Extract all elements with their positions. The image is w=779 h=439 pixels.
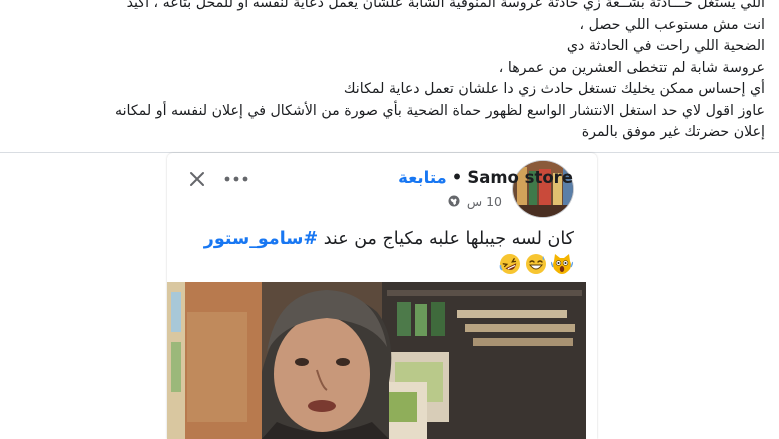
separator-dot: • xyxy=(451,168,463,187)
grin-sweat-emoji xyxy=(526,254,546,274)
post-text-line: عاوز اقول لاي حد استغل الانتشار الواسع ل… xyxy=(114,102,765,119)
follow-button[interactable]: متابعة xyxy=(398,168,447,187)
post-meta: 10 س xyxy=(448,194,502,210)
page-name-link[interactable]: Samo store xyxy=(467,168,573,187)
post-text-line: اللي يستغل حـــادثة بشــعة زي حادثة عروس… xyxy=(126,0,765,11)
post-caption: كان لسه جيبلها علبه مكياج من عند #سامو_س… xyxy=(204,229,574,249)
more-options-icon[interactable] xyxy=(222,168,250,190)
post-photo[interactable] xyxy=(167,282,586,439)
post-body-text: اللي يستغل حـــادثة بشــعة زي حادثة عروس… xyxy=(0,0,765,144)
hashtag-link[interactable]: #سامو_ستور xyxy=(204,229,318,249)
emoji-row xyxy=(499,253,573,275)
globe-icon xyxy=(448,195,460,210)
caption-text: كان لسه جيبلها علبه مكياج من عند xyxy=(323,229,574,249)
post-text-line: الضحية اللي راحت في الحادثة دي xyxy=(566,38,765,54)
post-text-line: أي إحساس ممكن يخليك تستغل حادث زي دا علش… xyxy=(343,81,765,97)
post-text-line: عروسة شابة لم تتخطى العشرين من عمرها ، xyxy=(498,59,765,76)
post-text-line: إعلان حضرتك غير موفق بالمرة xyxy=(581,124,765,140)
page-header: Samo store•متابعة xyxy=(398,168,573,187)
close-icon[interactable] xyxy=(186,168,208,190)
post-time[interactable]: 10 س xyxy=(467,194,502,209)
post-text-line: انت مش مستوعب اللي حصل ، xyxy=(579,16,765,33)
cat-scream-emoji xyxy=(551,254,573,274)
rofl-emoji xyxy=(499,254,520,274)
